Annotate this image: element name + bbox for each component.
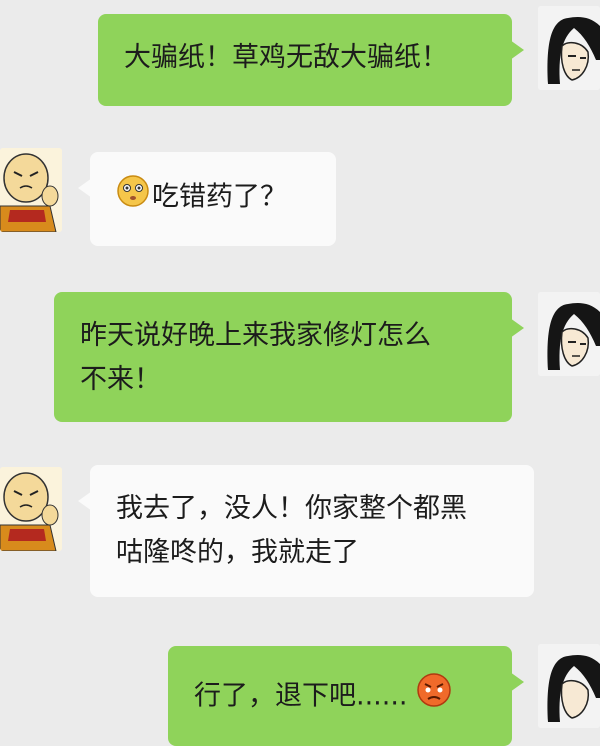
message-row: 我去了，没人！你家整个都黑 咕隆咚的，我就走了	[0, 455, 600, 605]
message-text: 吃错药了？	[152, 181, 287, 213]
message-bubble-other[interactable]: 吃错药了？	[78, 152, 336, 246]
avatar-me[interactable]	[538, 292, 600, 376]
long-hair-avatar-icon	[538, 644, 600, 728]
message-text-line: 昨天说好晚上来我家修灯怎么	[80, 320, 431, 351]
angry-face-icon	[416, 672, 452, 722]
message-text-line: 咕隆咚的，我就走了	[116, 537, 359, 568]
message-bubble-me[interactable]: 行了，退下吧......	[168, 646, 524, 746]
message-text-line: 我去了，没人！你家整个都黑	[116, 493, 467, 524]
avatar-other[interactable]	[0, 467, 62, 551]
long-hair-avatar-icon	[538, 6, 600, 90]
monk-avatar-icon	[0, 148, 62, 232]
message-row: 行了，退下吧......	[0, 630, 600, 746]
long-hair-avatar-icon	[538, 292, 600, 376]
message-row: 昨天说好晚上来我家修灯怎么 不来！	[0, 280, 600, 430]
message-bubble-me[interactable]: 大骗纸！草鸡无敌大骗纸！	[98, 14, 524, 106]
worried-face-icon	[116, 174, 150, 222]
avatar-me[interactable]	[538, 644, 600, 728]
message-bubble-me[interactable]: 昨天说好晚上来我家修灯怎么 不来！	[54, 292, 524, 422]
message-bubble-other[interactable]: 我去了，没人！你家整个都黑 咕隆咚的，我就走了	[78, 465, 534, 597]
message-text-line: 不来！	[80, 364, 161, 395]
message-text: 行了，退下吧......	[194, 680, 408, 712]
avatar-me[interactable]	[538, 6, 600, 90]
monk-avatar-icon	[0, 467, 62, 551]
avatar-other[interactable]	[0, 148, 62, 232]
message-row: 大骗纸！草鸡无敌大骗纸！	[0, 0, 600, 120]
message-text: 大骗纸！草鸡无敌大骗纸！	[124, 42, 448, 73]
message-row: 吃错药了？	[0, 130, 600, 260]
